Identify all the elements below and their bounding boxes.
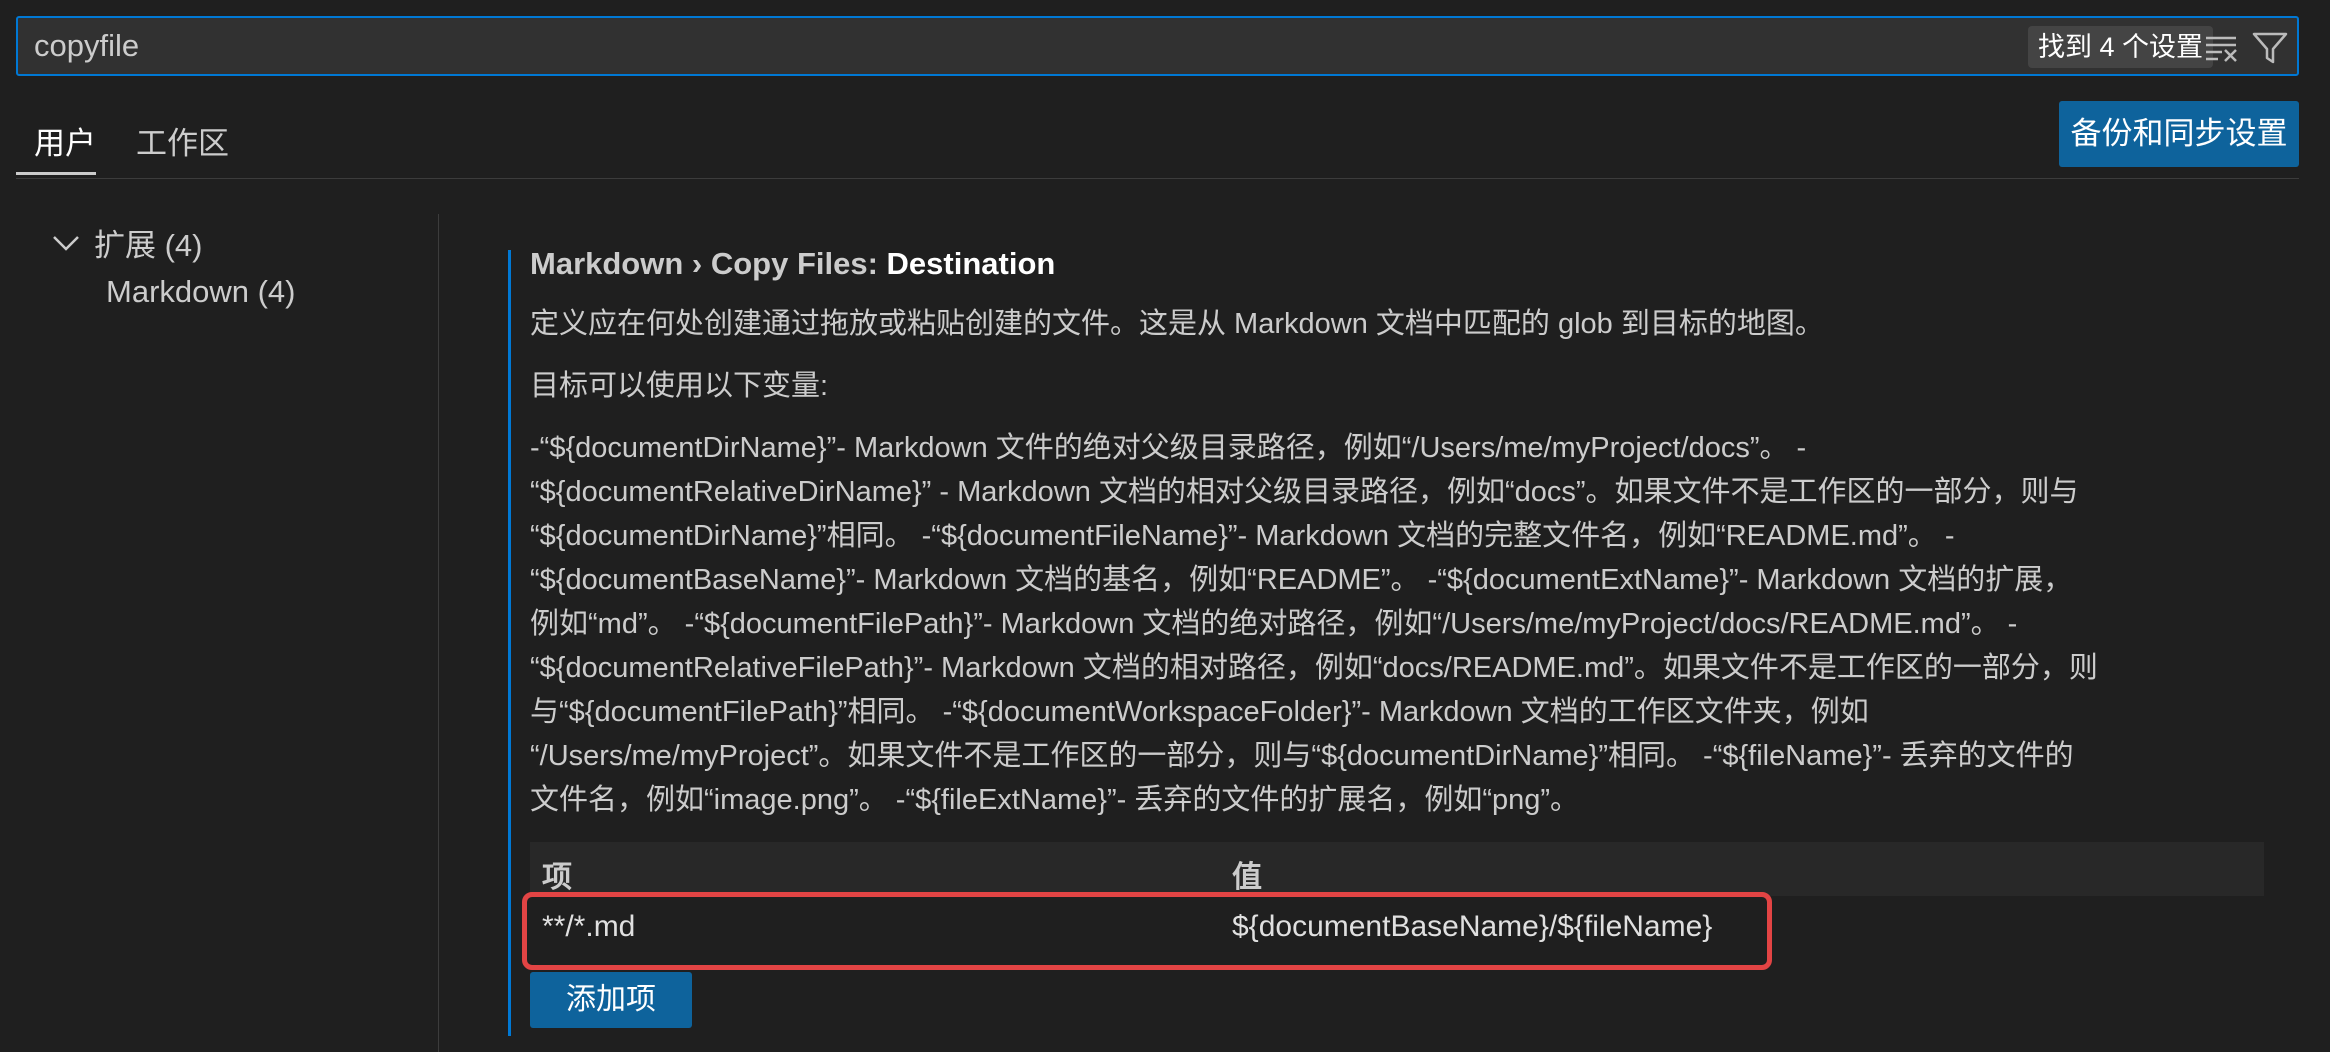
setting-title: Markdown › Copy Files: Destination [530,244,2270,284]
tab-user[interactable]: 用户 [34,118,96,163]
clear-filter-icon[interactable] [2202,28,2242,68]
toc-divider [438,214,439,1052]
add-item-button[interactable]: 添加项 [530,972,692,1028]
variables-list: -“${documentDirName}”- Markdown 文件的绝对父级目… [530,432,2098,816]
setting-title-prefix: Markdown › Copy Files: [530,246,887,281]
backup-sync-button[interactable]: 备份和同步设置 [2059,101,2299,167]
table-header: 项 值 [530,842,2264,896]
active-tab-indicator [16,172,96,175]
description-text: 定义应在何处创建通过拖放或粘贴创建的文件。这是从 Markdown 文档中匹配的… [530,308,1824,340]
tab-workspace[interactable]: 工作区 [136,118,229,163]
setting-description: 定义应在何处创建通过拖放或粘贴创建的文件。这是从 Markdown 文档中匹配的… [530,302,2270,822]
toc-group-extensions[interactable]: 扩展 (4) [46,220,203,265]
table-header-key: 项 [542,861,572,894]
table-header-value: 值 [1232,861,1262,894]
setting-focus-indicator [508,250,511,1036]
result-count-badge: 找到 4 个设置 [2028,26,2214,68]
setting-title-name: Destination [886,246,1056,281]
settings-search-box[interactable]: copyfile 找到 4 个设置 [16,16,2299,76]
filter-icon[interactable] [2250,28,2290,68]
tabs-divider [16,178,2299,179]
toc-group-label: 扩展 (4) [94,228,203,263]
variables-intro: 目标可以使用以下变量: [530,370,829,402]
search-input[interactable]: copyfile [34,28,139,64]
toc-item-markdown[interactable]: Markdown (4) [106,274,296,310]
chevron-down-icon [46,223,86,263]
highlight-annotation-box [522,892,1772,970]
setting-copy-files-destination: Markdown › Copy Files: Destination 定义应在何… [530,244,2270,822]
